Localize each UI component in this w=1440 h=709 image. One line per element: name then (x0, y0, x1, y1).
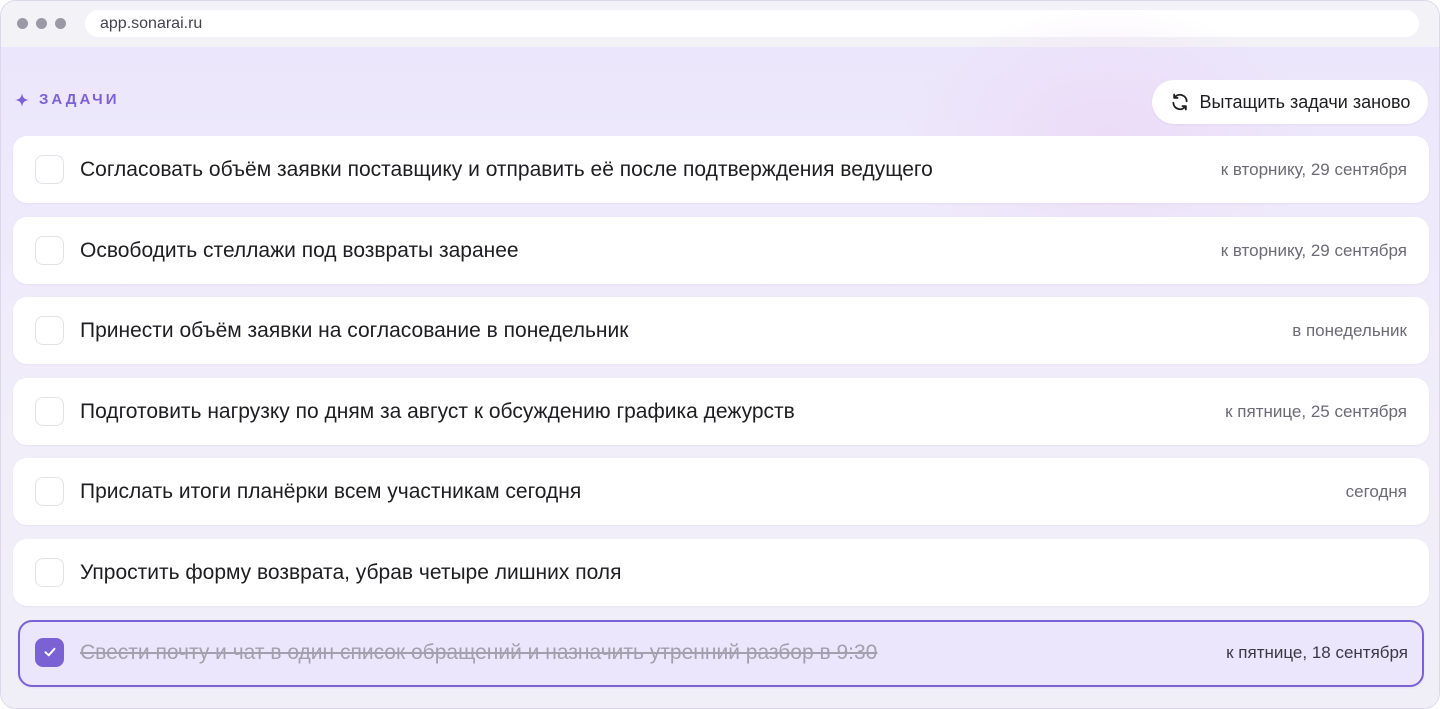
task-row[interactable]: Согласовать объём заявки поставщику и от… (13, 136, 1429, 203)
task-text: Подготовить нагрузку по дням за август к… (80, 399, 795, 423)
task-checkbox[interactable] (35, 557, 64, 587)
task-row[interactable]: Освободить стеллажи под возвраты заранее… (13, 216, 1429, 284)
task-text: Согласовать объём заявки поставщику и от… (80, 158, 933, 181)
task-checkbox[interactable] (35, 396, 64, 426)
browser-window: app.sonarai.ru ЗАДАЧИ Вытащить задачи за… (0, 0, 1440, 709)
window-controls (17, 18, 66, 29)
task-row[interactable]: Прислать итоги планёрки всем участникам … (13, 458, 1429, 526)
refresh-icon (1171, 93, 1188, 111)
tasks-panel: ЗАДАЧИ Вытащить задачи заново Согласоват… (1, 7, 1439, 708)
refresh-tasks-button[interactable]: Вытащить задачи заново (1152, 80, 1428, 124)
section-header: ЗАДАЧИ (15, 91, 119, 108)
task-row[interactable]: Принести объём заявки на согласование в … (13, 297, 1429, 365)
task-row-completed[interactable]: Свести почту и чат в один список обращен… (18, 619, 1424, 687)
task-text: Прислать итоги планёрки всем участникам … (80, 480, 582, 504)
window-dot-icon[interactable] (55, 18, 66, 29)
task-checkbox-checked[interactable] (35, 637, 64, 667)
task-checkbox[interactable] (35, 316, 64, 346)
task-due-date: к пятнице, 25 сентября (1225, 401, 1407, 421)
task-text: Освободить стеллажи под возвраты заранее (80, 238, 519, 262)
task-list: Согласовать объём заявки поставщику и от… (13, 136, 1429, 700)
task-due-date: к пятнице, 18 сентября (1226, 642, 1408, 662)
task-text: Упростить форму возврата, убрав четыре л… (80, 560, 622, 584)
checkmark-icon (44, 647, 55, 657)
window-dot-icon[interactable] (36, 18, 47, 29)
task-text: Свести почту и чат в один список обращен… (80, 640, 878, 664)
task-row[interactable]: Подготовить нагрузку по дням за август к… (13, 377, 1429, 445)
task-row[interactable]: Упростить форму возврата, убрав четыре л… (13, 538, 1429, 606)
task-due-date: сегодня (1345, 482, 1407, 502)
task-due-date: в понедельник (1292, 321, 1407, 341)
task-checkbox[interactable] (35, 235, 64, 265)
task-due-date: к вторнику, 29 сентября (1220, 160, 1407, 179)
section-title: ЗАДАЧИ (39, 91, 120, 108)
task-due-date: к вторнику, 29 сентября (1220, 240, 1407, 260)
task-checkbox[interactable] (35, 477, 64, 507)
task-text: Принести объём заявки на согласование в … (80, 319, 629, 343)
window-dot-icon[interactable] (17, 18, 28, 29)
sparkle-icon (15, 92, 29, 107)
task-checkbox[interactable] (35, 155, 64, 184)
refresh-button-label: Вытащить задачи заново (1199, 91, 1411, 112)
